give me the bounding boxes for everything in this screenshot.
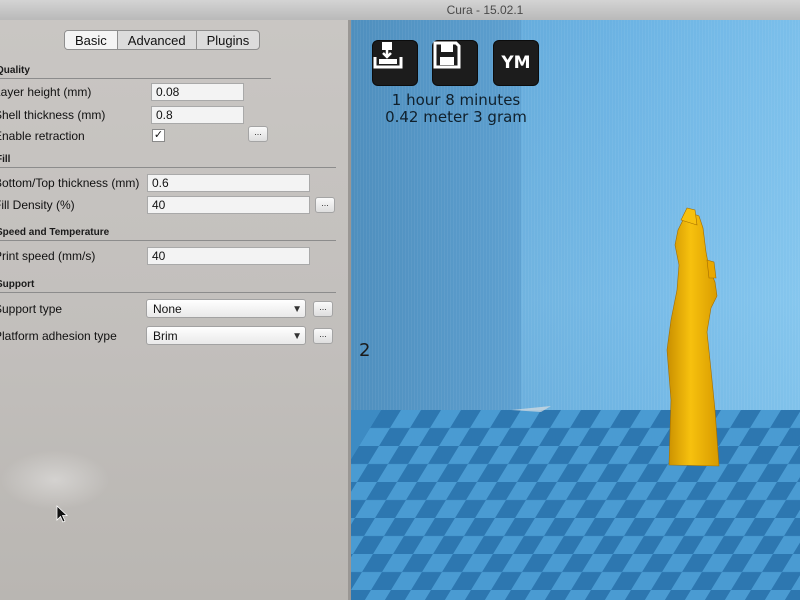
support-type-value: None	[153, 302, 182, 316]
print-export-button[interactable]	[372, 40, 418, 86]
shell-thickness-input[interactable]: 0.8	[151, 106, 244, 124]
ym-label: YM	[501, 53, 531, 73]
section-support: Support	[0, 279, 336, 293]
ym-button[interactable]: YM	[493, 40, 539, 86]
section-divider	[0, 240, 336, 241]
shell-thickness-label: Shell thickness (mm)	[0, 108, 106, 122]
chevron-down-icon: ▼	[292, 331, 302, 342]
settings-panel: Basic Advanced Plugins Quality Layer hei…	[0, 20, 348, 600]
title-bar: Cura - 15.02.1	[0, 0, 800, 21]
section-support-title: Support	[0, 279, 35, 290]
cura-window: Cura - 15.02.1 Basic Advanced Plugins Qu…	[0, 0, 800, 600]
window-title: Cura - 15.02.1	[446, 3, 524, 17]
tab-advanced[interactable]: Advanced	[118, 31, 197, 49]
axis-mark: 2	[359, 340, 371, 361]
print-export-icon	[373, 42, 403, 69]
save-icon	[433, 41, 461, 69]
layer-height-label: Layer height (mm)	[0, 85, 92, 99]
retraction-checkbox[interactable]: ✓	[152, 129, 165, 142]
support-type-select[interactable]: None ▼	[146, 299, 306, 318]
fill-density-more-button[interactable]: ...	[315, 197, 335, 213]
print-speed-input[interactable]: 40	[147, 247, 310, 265]
adhesion-type-label: Platform adhesion type	[0, 329, 117, 343]
section-fill-title: Fill	[0, 154, 11, 165]
section-quality: Quality	[0, 65, 271, 79]
section-divider	[0, 292, 336, 293]
bottom-top-thickness-input[interactable]: 0.6	[147, 174, 310, 192]
retraction-label: Enable retraction	[0, 129, 85, 143]
section-speed: Speed and Temperature	[0, 227, 336, 241]
support-type-more-button[interactable]: ...	[313, 301, 333, 317]
mouse-cursor-icon	[56, 505, 68, 523]
settings-tabs: Basic Advanced Plugins	[64, 30, 261, 50]
print-time-estimate: 1 hour 8 minutes	[391, 91, 521, 109]
tab-plugins[interactable]: Plugins	[197, 31, 260, 49]
retraction-more-button[interactable]: ...	[248, 126, 268, 142]
bottom-top-thickness-label: Bottom/Top thickness (mm)	[0, 176, 140, 190]
3d-viewport[interactable]: YM 1 hour 8 minutes 0.42 meter 3 gram 2	[351, 20, 800, 600]
section-fill: Fill	[0, 154, 336, 168]
fill-density-input[interactable]: 40	[147, 196, 310, 214]
material-estimate: 0.42 meter 3 gram	[385, 108, 527, 126]
save-button[interactable]	[432, 40, 478, 86]
adhesion-type-select[interactable]: Brim ▼	[146, 326, 306, 345]
adhesion-type-more-button[interactable]: ...	[313, 328, 333, 344]
chevron-down-icon: ▼	[292, 304, 302, 315]
section-speed-title: Speed and Temperature	[0, 227, 110, 238]
section-quality-title: Quality	[0, 65, 30, 76]
fill-density-label: Fill Density (%)	[0, 198, 75, 212]
adhesion-type-value: Brim	[153, 329, 178, 343]
layer-height-input[interactable]: 0.08	[151, 83, 244, 101]
arm-model	[666, 207, 720, 467]
tab-basic[interactable]: Basic	[65, 31, 118, 49]
section-divider	[0, 167, 336, 168]
print-speed-label: Print speed (mm/s)	[0, 249, 96, 263]
section-divider	[0, 78, 271, 79]
build-plate	[351, 410, 800, 600]
support-type-label: Support type	[0, 302, 63, 316]
